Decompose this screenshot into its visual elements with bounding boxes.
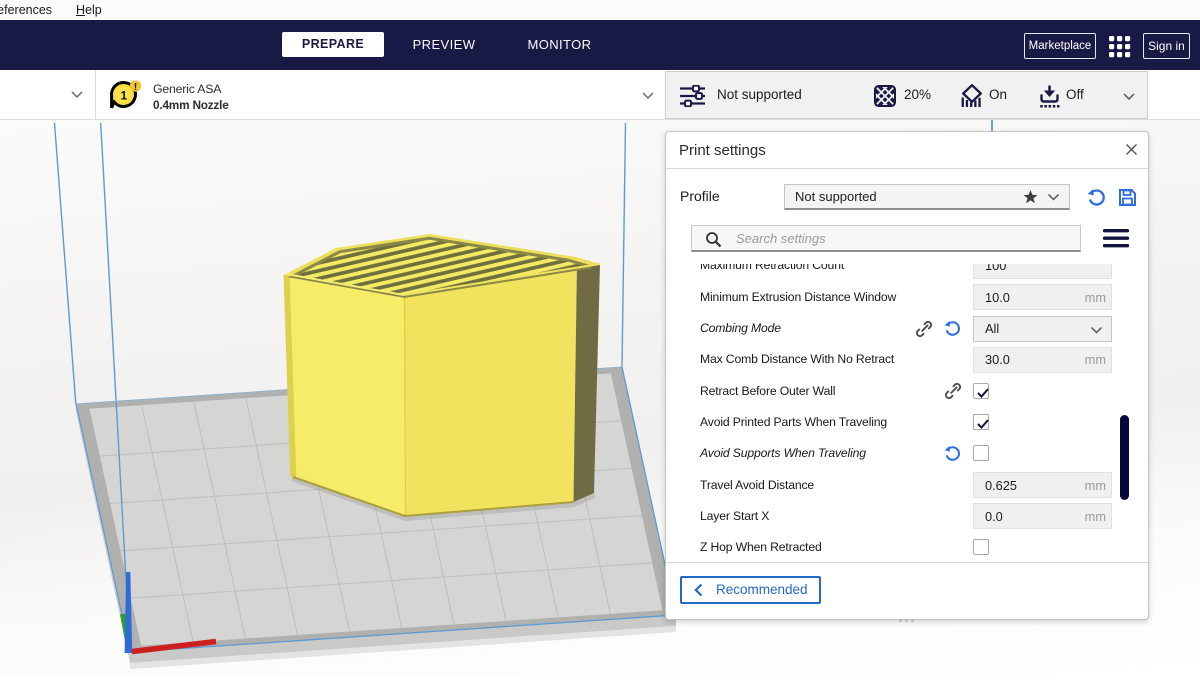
svg-text:1: 1 <box>120 89 127 103</box>
svg-text:!: ! <box>134 81 138 93</box>
